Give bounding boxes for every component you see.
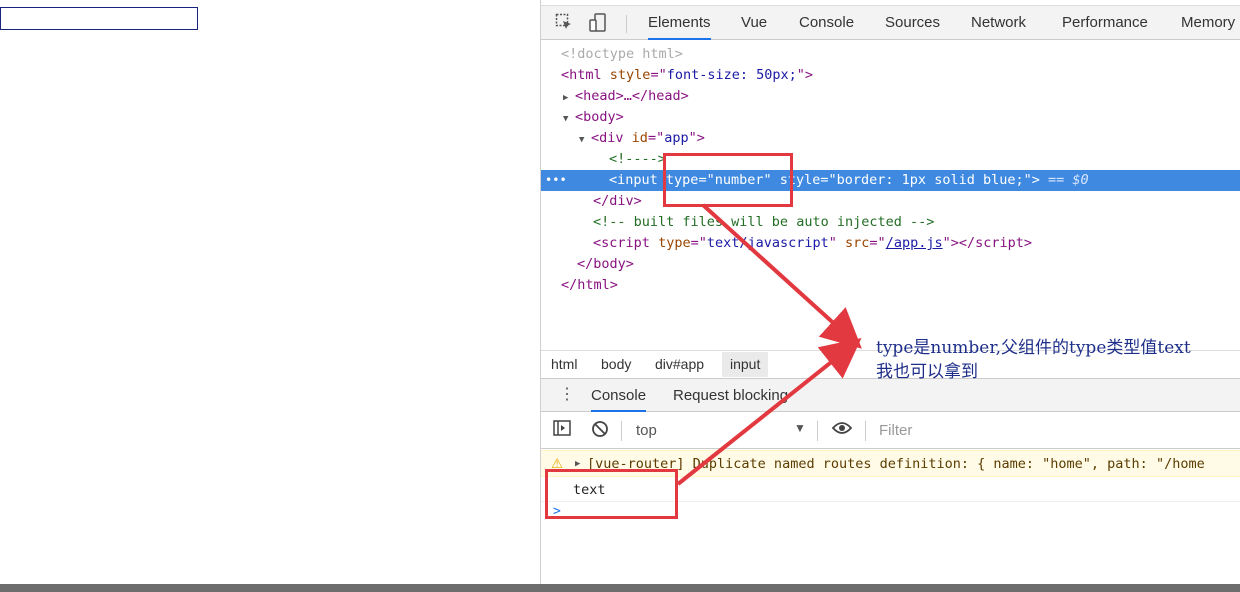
arrow-from-text (676, 338, 862, 486)
annotation-arrows (676, 203, 862, 486)
annotation-line-1: type是number,父组件的type类型值text (876, 338, 1191, 358)
annotation-note: type是number,父组件的type类型值text 我也可以拿到 (876, 336, 1240, 384)
arrow-from-type (701, 203, 862, 349)
annotation-line-2: 我也可以拿到 (876, 362, 978, 382)
